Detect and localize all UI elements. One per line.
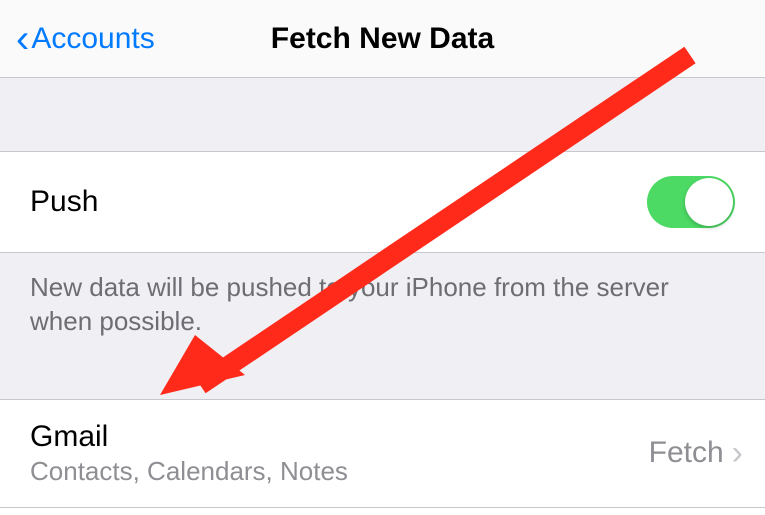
account-value-group: Fetch › xyxy=(649,434,743,473)
nav-bar: ‹ Accounts Fetch New Data xyxy=(0,0,765,78)
account-info: Gmail Contacts, Calendars, Notes xyxy=(30,420,348,487)
push-row: Push xyxy=(0,152,765,253)
push-toggle[interactable] xyxy=(647,176,735,228)
back-button[interactable]: ‹ Accounts xyxy=(0,19,155,59)
push-label: Push xyxy=(30,185,98,219)
account-mode: Fetch xyxy=(649,436,724,470)
page-title: Fetch New Data xyxy=(271,22,494,56)
account-row-gmail[interactable]: Gmail Contacts, Calendars, Notes Fetch › xyxy=(0,400,765,508)
account-detail: Contacts, Calendars, Notes xyxy=(30,456,348,487)
section-spacer xyxy=(0,78,765,152)
chevron-left-icon: ‹ xyxy=(16,19,29,59)
account-name: Gmail xyxy=(30,420,348,454)
chevron-right-icon: › xyxy=(732,434,743,473)
push-description: New data will be pushed to your iPhone f… xyxy=(0,253,765,400)
back-label: Accounts xyxy=(31,22,154,56)
toggle-knob xyxy=(685,178,733,226)
